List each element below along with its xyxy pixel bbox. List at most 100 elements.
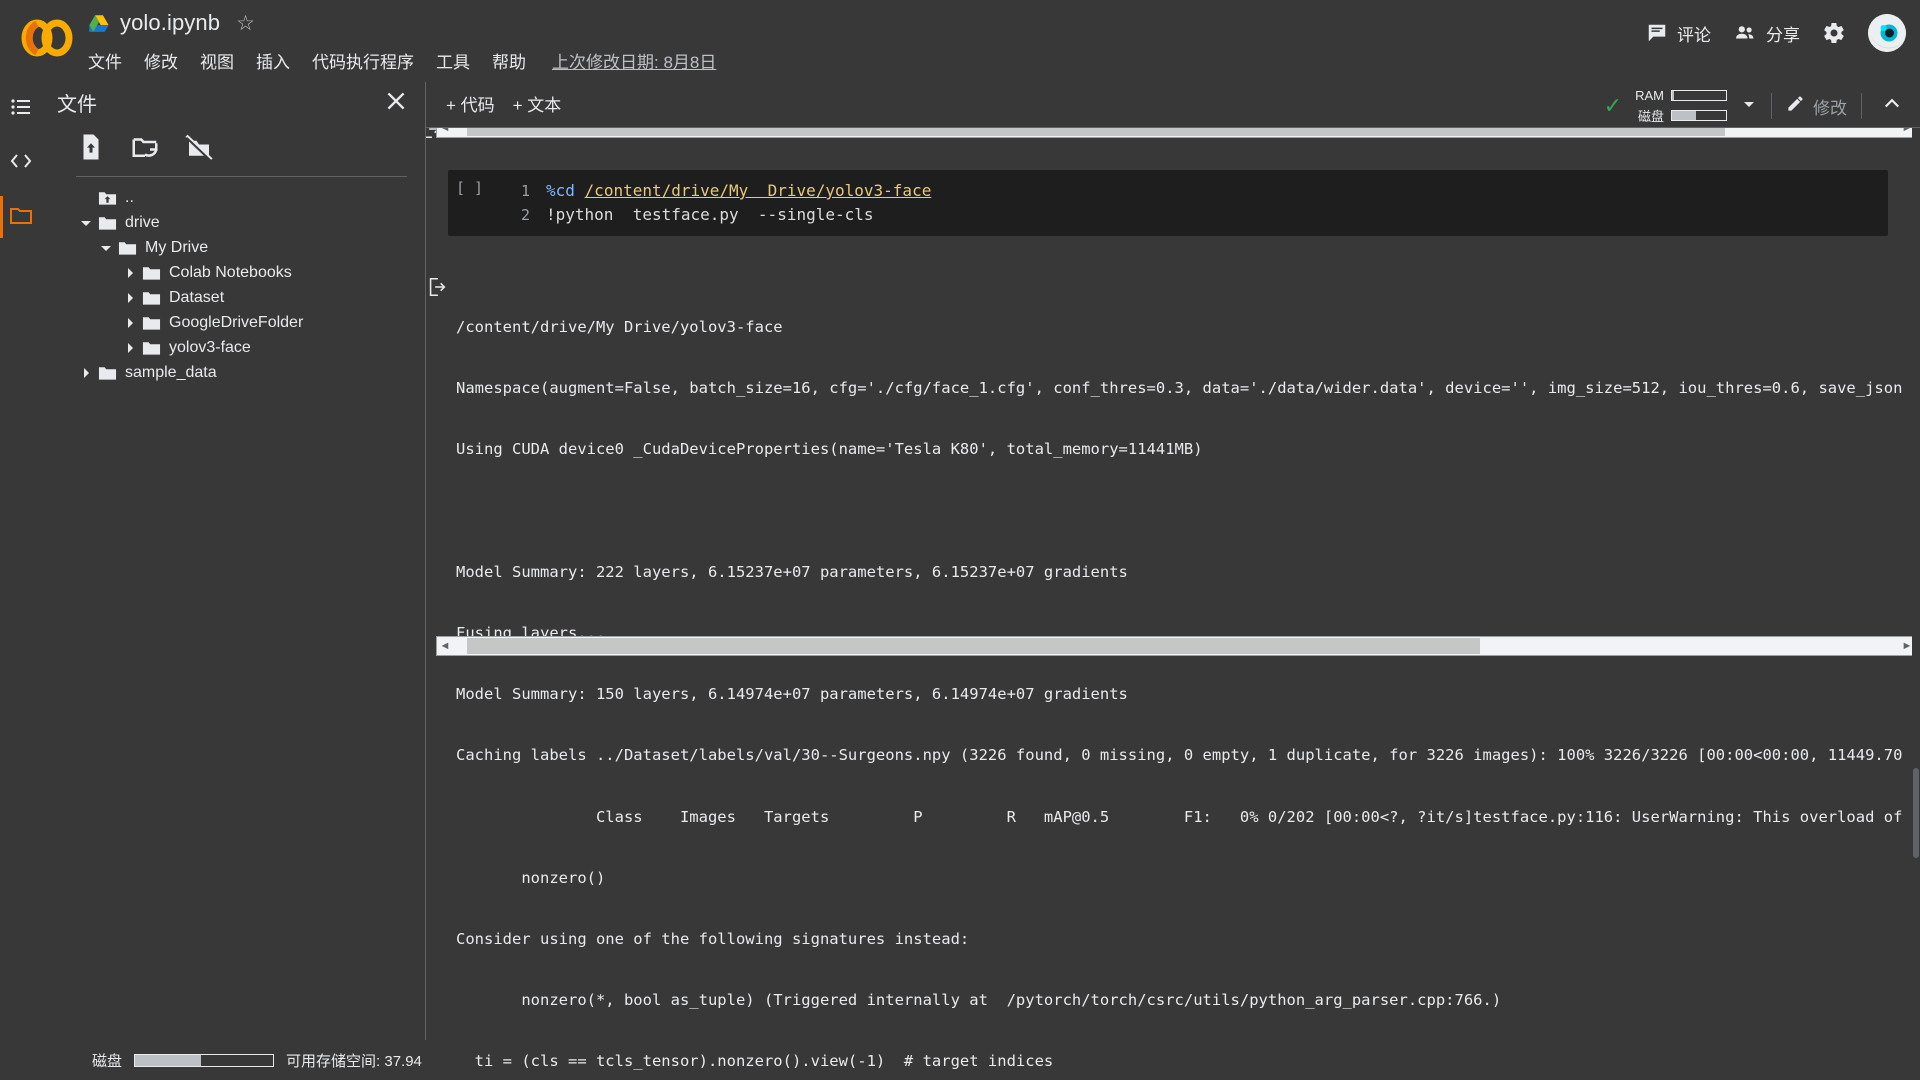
tree-item-parent[interactable]: .. [42, 185, 425, 210]
tree-item-yolov3-face[interactable]: yolov3-face [42, 335, 425, 360]
code-line-1: %cd /content/drive/My Drive/yolov3-face [546, 179, 931, 203]
left-rail [0, 82, 42, 1080]
tree-item-label: My Drive [145, 238, 209, 256]
horizontal-scrollbar-top[interactable]: ◄ ► [436, 128, 1916, 138]
tree-item-dataset[interactable]: Dataset [42, 285, 425, 310]
tree-item-label: sample_data [125, 363, 217, 381]
disk-gauge-row: 磁盘 [1630, 106, 1727, 125]
output-icon[interactable] [426, 276, 456, 303]
scroll-thumb[interactable] [467, 638, 1480, 654]
notebook-title[interactable]: yolo.ipynb [120, 10, 220, 36]
caret-right-icon[interactable] [78, 365, 94, 381]
folder-up-icon [98, 190, 117, 206]
output-line: nonzero(*, bool as_tuple) (Triggered int… [456, 991, 1502, 1010]
menu-view[interactable]: 视图 [200, 48, 234, 73]
add-cell-buttons: + 代码 + 文本 [446, 91, 561, 116]
pencil-icon [1786, 94, 1805, 118]
cell-execution-label[interactable]: [ ] [448, 179, 496, 227]
people-icon [1733, 22, 1757, 44]
colab-logo-icon[interactable] [18, 16, 76, 60]
edit-label: 修改 [1813, 98, 1847, 118]
caret-right-icon[interactable] [122, 290, 138, 306]
notebook-body: ◄ ► [ ] 1 2 %cd /content/drive/My Drive/… [426, 128, 1920, 1080]
code-path-token: /content/drive/My Drive/yolov3-face [584, 181, 932, 200]
tree-item-my-drive[interactable]: My Drive [42, 235, 425, 260]
tree-item-drive[interactable]: drive [42, 210, 425, 235]
tree-item-label: Colab Notebooks [169, 263, 292, 281]
tree-item-sample-data[interactable]: sample_data [42, 360, 425, 385]
folder-icon [142, 315, 161, 331]
add-code-cell-button[interactable]: + 代码 [446, 91, 495, 116]
menu-file[interactable]: 文件 [88, 48, 122, 73]
edit-button[interactable]: 修改 [1786, 94, 1847, 119]
code-magic-token: %cd [546, 181, 575, 200]
disk-usage-gauge [134, 1053, 275, 1067]
rail-toc[interactable] [0, 82, 42, 136]
horizontal-scrollbar-bottom[interactable]: ◄ ► [436, 636, 1916, 656]
tree-item-colab-notebooks[interactable]: Colab Notebooks [42, 260, 425, 285]
menu-edit[interactable]: 修改 [144, 48, 178, 73]
scroll-track[interactable] [453, 638, 1899, 654]
output-line: /content/drive/My Drive/yolov3-face [456, 317, 783, 336]
close-icon[interactable] [383, 88, 409, 114]
files-panel-title: 文件 [57, 94, 97, 116]
folder-icon [142, 340, 161, 356]
rail-files[interactable] [0, 190, 42, 244]
scroll-left-arrow[interactable]: ◄ [437, 640, 453, 652]
tree-item-googledrivefolder[interactable]: GoogleDriveFolder [42, 310, 425, 335]
comment-button[interactable]: 评论 [1646, 21, 1711, 46]
output-line: Class Images Targets P R mAP@0.5 F1: 0% … [456, 807, 1903, 826]
tree-item-label: GoogleDriveFolder [169, 313, 304, 331]
output-line: ti = (cls == tcls_tensor).nonzero().view… [456, 1052, 1054, 1071]
add-text-cell-button[interactable]: + 文本 [513, 91, 562, 116]
caret-right-icon[interactable] [122, 315, 138, 331]
chevron-down-icon[interactable] [1741, 96, 1757, 117]
comment-label: 评论 [1677, 25, 1711, 45]
scroll-left-arrow[interactable]: ◄ [437, 128, 453, 134]
mount-drive-button[interactable] [184, 132, 214, 163]
upload-file-button[interactable] [76, 132, 106, 162]
code-line-numbers: 1 2 [496, 179, 530, 227]
scroll-thumb[interactable] [467, 128, 1726, 136]
toolbar-divider-1 [1771, 93, 1772, 119]
mount-drive-off-icon [184, 134, 214, 166]
caret-right-icon[interactable] [122, 265, 138, 281]
menu-tools[interactable]: 工具 [436, 48, 470, 73]
last-modified-label[interactable]: 上次修改日期: 8月8日 [552, 48, 716, 73]
output-line: Model Summary: 150 layers, 6.14974e+07 p… [456, 685, 1128, 704]
code-line-2: !python testface.py --single-cls [546, 205, 874, 224]
disk-status-bar: 磁盘 可用存储空间: 37.94 GB [84, 1040, 468, 1080]
page-scroll-thumb[interactable] [1913, 768, 1919, 858]
menu-help[interactable]: 帮助 [492, 48, 526, 73]
scroll-track[interactable] [453, 128, 1899, 136]
caret-down-icon[interactable] [98, 240, 114, 256]
ram-gauge [1671, 89, 1727, 101]
rail-snippets[interactable] [0, 136, 42, 190]
refresh-folder-icon [130, 138, 160, 166]
share-button[interactable]: 分享 [1733, 21, 1800, 46]
toolbar-disk-label: 磁盘 [1637, 108, 1664, 124]
menu-bar: 文件 修改 视图 插入 代码执行程序 工具 帮助 上次修改日期: 8月8日 [88, 48, 716, 73]
code-cell[interactable]: [ ] 1 2 %cd /content/drive/My Drive/yolo… [448, 170, 1888, 236]
code-editor[interactable]: %cd /content/drive/My Drive/yolov3-face!… [530, 179, 931, 227]
avatar[interactable] [1868, 14, 1906, 52]
resource-gauges[interactable]: RAM 磁盘 [1630, 88, 1727, 125]
refresh-folder-button[interactable] [130, 132, 160, 162]
star-outline-icon[interactable]: ☆ [236, 13, 255, 34]
folder-icon [98, 365, 117, 381]
line-number: 1 [520, 182, 530, 200]
caret-down-icon[interactable] [78, 215, 94, 231]
upload-file-icon [76, 134, 106, 166]
tree-item-label: Dataset [169, 288, 225, 306]
folder-icon [9, 204, 33, 231]
cell-output: /content/drive/My Drive/yolov3-face Name… [426, 276, 1920, 1080]
menu-runtime[interactable]: 代码执行程序 [312, 48, 414, 73]
settings-button[interactable] [1822, 21, 1846, 45]
chevron-up-icon[interactable] [1876, 94, 1908, 119]
caret-right-icon[interactable] [122, 340, 138, 356]
menu-insert[interactable]: 插入 [256, 48, 290, 73]
gear-icon [1822, 21, 1846, 45]
page-vertical-scrollbar[interactable] [1912, 128, 1920, 1080]
output-line: Caching labels ../Dataset/labels/val/30-… [456, 746, 1903, 765]
